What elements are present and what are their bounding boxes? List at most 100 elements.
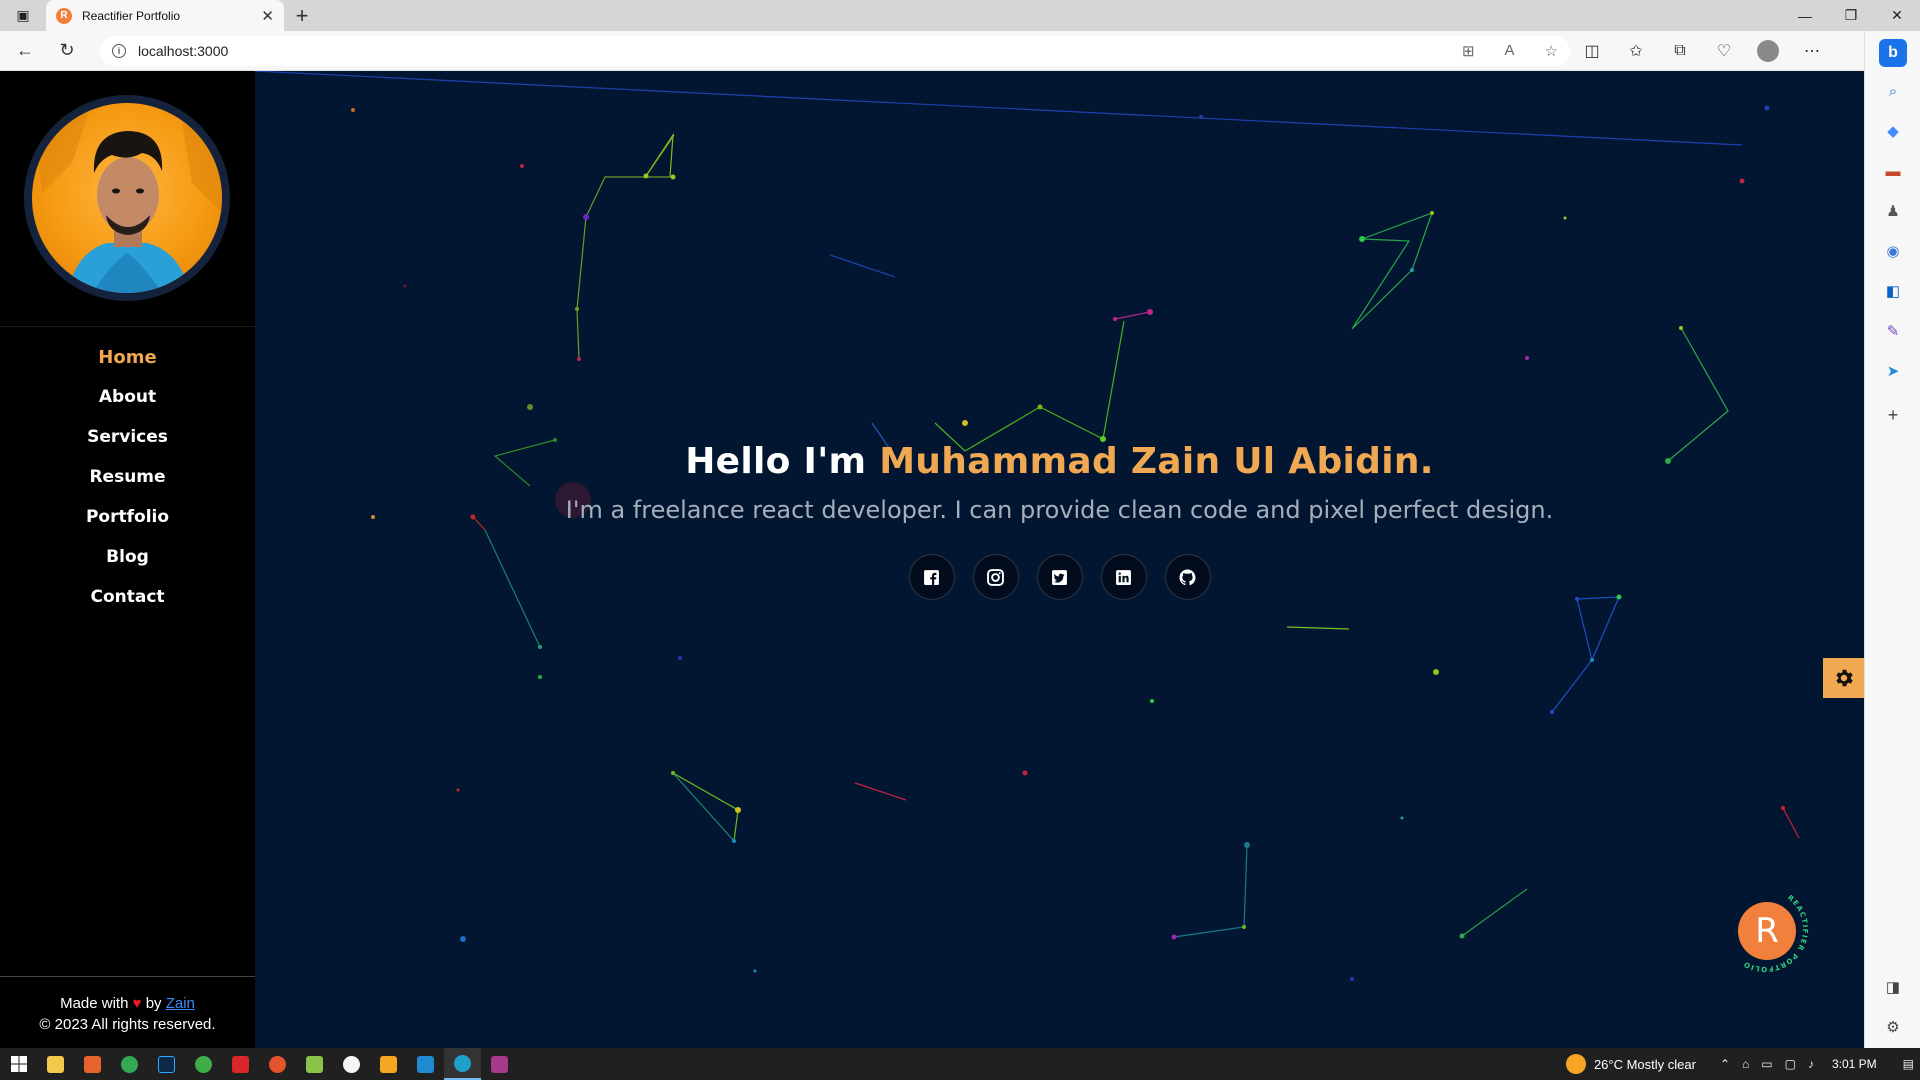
- chrome-icon[interactable]: [111, 1048, 148, 1080]
- taskbar-app-red-icon[interactable]: [259, 1048, 296, 1080]
- search-icon[interactable]: ⌕: [1865, 75, 1920, 107]
- nav-item-home[interactable]: Home: [0, 337, 255, 377]
- address-bar[interactable]: i localhost:3000 ⊞ A ☆: [100, 35, 1570, 66]
- browser-tab[interactable]: R Reactifier Portfolio ✕: [46, 0, 284, 31]
- back-button[interactable]: ←: [8, 34, 42, 68]
- start-button[interactable]: [0, 1048, 37, 1080]
- nav-divider: [0, 326, 255, 327]
- profile-button[interactable]: [1746, 34, 1790, 68]
- nav-item-about[interactable]: About: [0, 377, 255, 417]
- site-info-icon[interactable]: i: [112, 43, 126, 58]
- notepad-icon[interactable]: [296, 1048, 333, 1080]
- url-text[interactable]: localhost:3000: [138, 43, 1432, 59]
- bing-copilot-icon[interactable]: b: [1865, 37, 1920, 69]
- taskbar-app-white-icon[interactable]: [333, 1048, 370, 1080]
- made-with-text: Made with: [60, 995, 129, 1012]
- facebook-link[interactable]: [908, 554, 955, 600]
- reload-button[interactable]: ↻: [50, 34, 84, 68]
- profile-photo: [32, 103, 222, 293]
- vscode-icon[interactable]: [407, 1048, 444, 1080]
- taskbar-app-orange-icon[interactable]: [74, 1048, 111, 1080]
- restore-icon[interactable]: ❐: [1828, 0, 1874, 31]
- read-aloud-icon[interactable]: A: [1505, 42, 1515, 59]
- battery-icon[interactable]: ▢: [1785, 1057, 1796, 1071]
- app-available-icon[interactable]: ⊞: [1462, 42, 1475, 60]
- reactifier-logo-badge[interactable]: REACTIFIER PORTFOLIO R: [1720, 884, 1810, 974]
- file-explorer-icon[interactable]: [37, 1048, 74, 1080]
- footer-divider: [0, 976, 255, 977]
- close-tab-icon[interactable]: ✕: [261, 7, 274, 25]
- split-screen-icon[interactable]: ◫: [1570, 34, 1614, 68]
- new-tab-button[interactable]: +: [284, 0, 320, 31]
- favicon-icon: R: [56, 7, 72, 24]
- site-sidebar: Home About Services Resume Portfolio Blo…: [0, 71, 255, 1048]
- instagram-icon: [987, 568, 1004, 586]
- twitter-link[interactable]: [1036, 554, 1083, 600]
- tab-actions-icon[interactable]: ▣: [0, 0, 46, 31]
- logo-letter: R: [1738, 902, 1796, 960]
- games-icon[interactable]: ♟: [1865, 195, 1920, 227]
- hero-section: Hello I'm Muhammad Zain Ul Abidin. I'm a…: [255, 71, 1864, 1048]
- linkedin-link[interactable]: [1100, 554, 1147, 600]
- notifications-icon[interactable]: ▤: [1903, 1057, 1914, 1071]
- more-menu-icon[interactable]: ⋯: [1790, 34, 1834, 68]
- browser-essentials-icon[interactable]: ♡: [1702, 34, 1746, 68]
- collections-icon[interactable]: ⧉: [1658, 34, 1702, 68]
- nav-item-services[interactable]: Services: [0, 417, 255, 457]
- windows-taskbar: 26°C Mostly clear ⌃ ⌂ ▭ ▢ ♪ 3:01 PM ▤: [0, 1048, 1920, 1080]
- github-link[interactable]: [1164, 554, 1211, 600]
- theme-settings-button[interactable]: [1823, 658, 1864, 698]
- developer-name: Muhammad Zain Ul Abidin.: [879, 441, 1434, 482]
- edge-sidebar: b ⌕ ◆ ▬ ♟ ◉ ◧ ✎ ➤ + ◨ ⚙: [1864, 31, 1920, 1048]
- designer-icon[interactable]: ✎: [1865, 315, 1920, 347]
- portrait-illustration: [32, 103, 222, 293]
- show-hidden-icons-icon[interactable]: ⌃: [1720, 1057, 1730, 1071]
- gear-icon: [1835, 669, 1853, 687]
- avatar: [1757, 39, 1779, 62]
- sidebar-settings-icon[interactable]: ⚙: [1865, 1011, 1920, 1043]
- network-icon[interactable]: ⌂: [1742, 1057, 1749, 1071]
- weather-text: 26°C Mostly clear: [1593, 1056, 1696, 1072]
- taskbar-app-green-icon[interactable]: [185, 1048, 222, 1080]
- weather-widget[interactable]: 26°C Mostly clear: [1565, 1054, 1696, 1074]
- linkedin-icon: [1116, 569, 1131, 585]
- winrar-icon[interactable]: [481, 1048, 518, 1080]
- favorites-icon[interactable]: ✩: [1614, 34, 1658, 68]
- clock[interactable]: 3:01 PM: [1832, 1057, 1877, 1071]
- close-window-icon[interactable]: ✕: [1874, 0, 1920, 31]
- heart-icon: ♥: [132, 995, 142, 1012]
- hero-content: Hello I'm Muhammad Zain Ul Abidin. I'm a…: [255, 441, 1864, 600]
- greeting-text: Hello I'm: [685, 441, 867, 482]
- outlook-icon[interactable]: ◧: [1865, 275, 1920, 307]
- hero-heading: Hello I'm Muhammad Zain Ul Abidin.: [255, 441, 1864, 482]
- display-icon[interactable]: ▭: [1761, 1057, 1772, 1071]
- shopping-tag-icon[interactable]: ◆: [1865, 115, 1920, 147]
- microsoft-365-icon[interactable]: ◉: [1865, 235, 1920, 267]
- minimize-icon[interactable]: —: [1782, 0, 1828, 31]
- nav-item-blog[interactable]: Blog: [0, 537, 255, 577]
- favorite-star-icon[interactable]: ☆: [1545, 42, 1558, 60]
- taskbar-app-yellow-icon[interactable]: [370, 1048, 407, 1080]
- hero-tagline: I'm a freelance react developer. I can p…: [565, 496, 1554, 524]
- window-controls: — ❐ ✕: [1782, 0, 1920, 31]
- hide-sidebar-icon[interactable]: ◨: [1865, 971, 1920, 1003]
- edge-icon[interactable]: [444, 1048, 481, 1080]
- copyright-text: © 2023 All rights reserved.: [39, 1016, 216, 1033]
- drop-icon[interactable]: ➤: [1865, 355, 1920, 387]
- social-links: [255, 554, 1864, 600]
- weather-moon-icon: [1565, 1054, 1586, 1074]
- nav-item-resume[interactable]: Resume: [0, 457, 255, 497]
- system-tray: 26°C Mostly clear ⌃ ⌂ ▭ ▢ ♪ 3:01 PM ▤: [1565, 1048, 1920, 1080]
- photoshop-icon[interactable]: [148, 1048, 185, 1080]
- add-sidebar-app-icon[interactable]: +: [1865, 399, 1920, 431]
- wps-office-icon[interactable]: [222, 1048, 259, 1080]
- portfolio-page: Home About Services Resume Portfolio Blo…: [0, 71, 1864, 1048]
- nav-item-portfolio[interactable]: Portfolio: [0, 497, 255, 537]
- tools-icon[interactable]: ▬: [1865, 155, 1920, 187]
- instagram-link[interactable]: [972, 554, 1019, 600]
- nav-item-contact[interactable]: Contact: [0, 577, 255, 617]
- by-text: by: [145, 995, 162, 1012]
- volume-icon[interactable]: ♪: [1808, 1057, 1814, 1071]
- site-footer: Made with ♥ by Zain © 2023 All rights re…: [0, 993, 255, 1035]
- author-link[interactable]: Zain: [166, 995, 195, 1012]
